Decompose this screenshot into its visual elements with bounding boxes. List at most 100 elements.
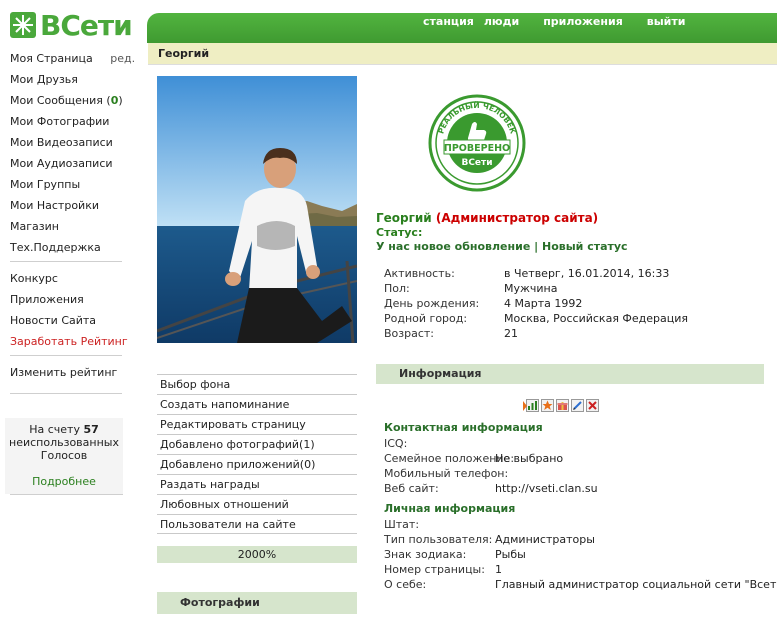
personal-info: Штат: Тип пользователя: Администраторы З… bbox=[384, 517, 777, 592]
contact-label: ICQ: bbox=[384, 437, 408, 450]
menu-create-reminder[interactable]: Создать напоминание bbox=[157, 394, 357, 414]
sidebar-item-label: Мои Сообщения bbox=[10, 94, 103, 107]
personal-label: Номер страницы: bbox=[384, 563, 485, 576]
toolbar-arrow-icon bbox=[523, 401, 527, 411]
edit-icon[interactable] bbox=[571, 399, 584, 412]
detail-gender: Мужчина bbox=[504, 282, 558, 295]
contact-info-title: Контактная информация bbox=[384, 421, 543, 434]
status-separator: | bbox=[530, 240, 542, 253]
page-title: Георгий bbox=[148, 43, 777, 65]
profile-role: (Администратор сайта) bbox=[435, 211, 599, 225]
sidebar-item-friends[interactable]: Мои Друзья bbox=[0, 69, 140, 90]
menu-users-online[interactable]: Пользователи на сайте bbox=[157, 514, 357, 534]
personal-about: Главный администратор социальной сети "В… bbox=[495, 578, 777, 591]
sidebar-item-news[interactable]: Новости Сайта bbox=[0, 310, 140, 331]
menu-give-awards[interactable]: Раздать награды bbox=[157, 474, 357, 494]
personal-info-title: Личная информация bbox=[384, 502, 516, 515]
detail-birthday: 4 Марта 1992 bbox=[504, 297, 583, 310]
contact-info: ICQ: Семейное положение: Не выбрано Моби… bbox=[384, 436, 764, 496]
count-open: ( bbox=[102, 94, 111, 107]
sidebar-item-my-page[interactable]: Моя Страница ред. bbox=[0, 48, 140, 69]
menu-edit-page[interactable]: Редактировать страницу bbox=[157, 414, 357, 434]
detail-label: Пол: bbox=[384, 282, 410, 295]
contact-label: Мобильный телефон: bbox=[384, 467, 509, 480]
sidebar-item-messages[interactable]: Мои Сообщения (0) bbox=[0, 90, 140, 111]
badge-main-text: ПРОВЕРЕНО bbox=[444, 143, 510, 154]
sidebar-item-settings[interactable]: Мои Настройки bbox=[0, 195, 140, 216]
detail-label: Активность: bbox=[384, 267, 455, 280]
contact-label: Веб сайт: bbox=[384, 482, 439, 495]
star-icon[interactable] bbox=[541, 399, 554, 412]
logo-text: ВСети bbox=[40, 9, 133, 42]
sidebar-item-label[interactable]: Моя Страница bbox=[10, 52, 93, 65]
info-section-header[interactable]: Информация bbox=[376, 364, 764, 384]
votes-prefix: На счету bbox=[29, 423, 80, 436]
profile-progress-bar: 2000% bbox=[157, 546, 357, 563]
sidebar-item-groups[interactable]: Мои Группы bbox=[0, 174, 140, 195]
menu-photos-added[interactable]: Добавлено фотографий(1) bbox=[157, 434, 357, 454]
detail-label: Родной город: bbox=[384, 312, 468, 325]
personal-label: Штат: bbox=[384, 518, 420, 531]
votes-box: На счету 57 неиспользованных Голосов Под… bbox=[5, 418, 123, 494]
profile-actions-menu: Выбор фона Создать напоминание Редактиро… bbox=[157, 374, 357, 534]
info-toolbar bbox=[526, 399, 599, 412]
sidebar-item-audio[interactable]: Мои Аудиозаписи bbox=[0, 153, 140, 174]
detail-age: 21 bbox=[504, 327, 518, 340]
profile-name-text: Георгий bbox=[376, 211, 432, 225]
detail-activity: в Четверг, 16.01.2014, 16:33 bbox=[504, 267, 670, 280]
count-close: ) bbox=[118, 94, 123, 107]
verified-badge-icon: РЕАЛЬНЫЙ ЧЕЛОВЕК ПРОВЕРЕНО ВСети bbox=[428, 94, 526, 192]
photos-section-header[interactable]: Фотографии bbox=[157, 592, 357, 614]
top-nav-bar: станция люди приложения выйти bbox=[147, 13, 777, 43]
contact-marital: Не выбрано bbox=[495, 452, 564, 465]
personal-page-number: 1 bbox=[495, 563, 502, 576]
profile-name: Георгий (Администратор сайта) bbox=[376, 211, 598, 225]
personal-zodiac: Рыбы bbox=[495, 548, 526, 561]
profile-photo[interactable] bbox=[157, 76, 357, 343]
personal-label: Тип пользователя: bbox=[384, 533, 493, 546]
detail-label: Возраст: bbox=[384, 327, 435, 340]
sidebar-item-apps[interactable]: Приложения bbox=[0, 289, 140, 310]
new-status-link[interactable]: Новый статус bbox=[542, 240, 628, 253]
sidebar-item-change-rating[interactable]: Изменить рейтинг bbox=[0, 362, 140, 383]
votes-count: 57 bbox=[83, 423, 99, 436]
personal-label: О себе: bbox=[384, 578, 427, 591]
votes-more-link[interactable]: Подробнее bbox=[5, 475, 123, 488]
personal-user-type: Администраторы bbox=[495, 533, 595, 546]
sidebar-item-earn-rating[interactable]: Заработать Рейтинг bbox=[0, 331, 140, 352]
nav-station[interactable]: станция bbox=[423, 15, 474, 28]
nav-logout[interactable]: выйти bbox=[647, 15, 686, 28]
sidebar-divider bbox=[10, 494, 123, 495]
status-label: Статус: bbox=[376, 226, 423, 239]
status-line: У нас новое обновление | Новый статус bbox=[376, 240, 628, 253]
sidebar-item-shop[interactable]: Магазин bbox=[0, 216, 140, 237]
gift-icon[interactable] bbox=[556, 399, 569, 412]
logo-area: ВСети bbox=[0, 0, 150, 44]
site-logo[interactable]: ВСети bbox=[10, 10, 150, 42]
edit-page-link[interactable]: ред. bbox=[110, 52, 135, 65]
badge-brand-text: ВСети bbox=[461, 158, 492, 168]
personal-label: Знак зодиака: bbox=[384, 548, 467, 561]
nav-apps[interactable]: приложения bbox=[543, 15, 623, 28]
menu-choose-background[interactable]: Выбор фона bbox=[157, 374, 357, 394]
sidebar-item-contest[interactable]: Конкурс bbox=[0, 268, 140, 289]
sidebar-divider bbox=[10, 393, 122, 394]
sidebar-item-support[interactable]: Тех.Поддержка bbox=[0, 237, 140, 258]
chart-icon[interactable] bbox=[526, 399, 539, 412]
contact-website-link[interactable]: http://vseti.clan.su bbox=[495, 481, 598, 496]
sidebar-divider bbox=[10, 261, 122, 262]
detail-label: День рождения: bbox=[384, 297, 480, 310]
detail-hometown: Москва, Российская Федерация bbox=[504, 312, 689, 325]
menu-apps-added[interactable]: Добавлено приложений(0) bbox=[157, 454, 357, 474]
sidebar-item-videos[interactable]: Мои Видеозаписи bbox=[0, 132, 140, 153]
profile-details: Активность: в Четверг, 16.01.2014, 16:33… bbox=[384, 266, 764, 346]
status-text: У нас новое обновление bbox=[376, 240, 531, 253]
menu-relationships[interactable]: Любовных отношений bbox=[157, 494, 357, 514]
sidebar-divider bbox=[10, 355, 122, 356]
votes-suffix1: неиспользованных bbox=[9, 436, 119, 449]
delete-icon[interactable] bbox=[586, 399, 599, 412]
votes-suffix2: Голосов bbox=[40, 449, 88, 462]
sidebar-item-photos[interactable]: Мои Фотографии bbox=[0, 111, 140, 132]
nav-people[interactable]: люди bbox=[484, 15, 519, 28]
logo-icon bbox=[10, 12, 36, 38]
